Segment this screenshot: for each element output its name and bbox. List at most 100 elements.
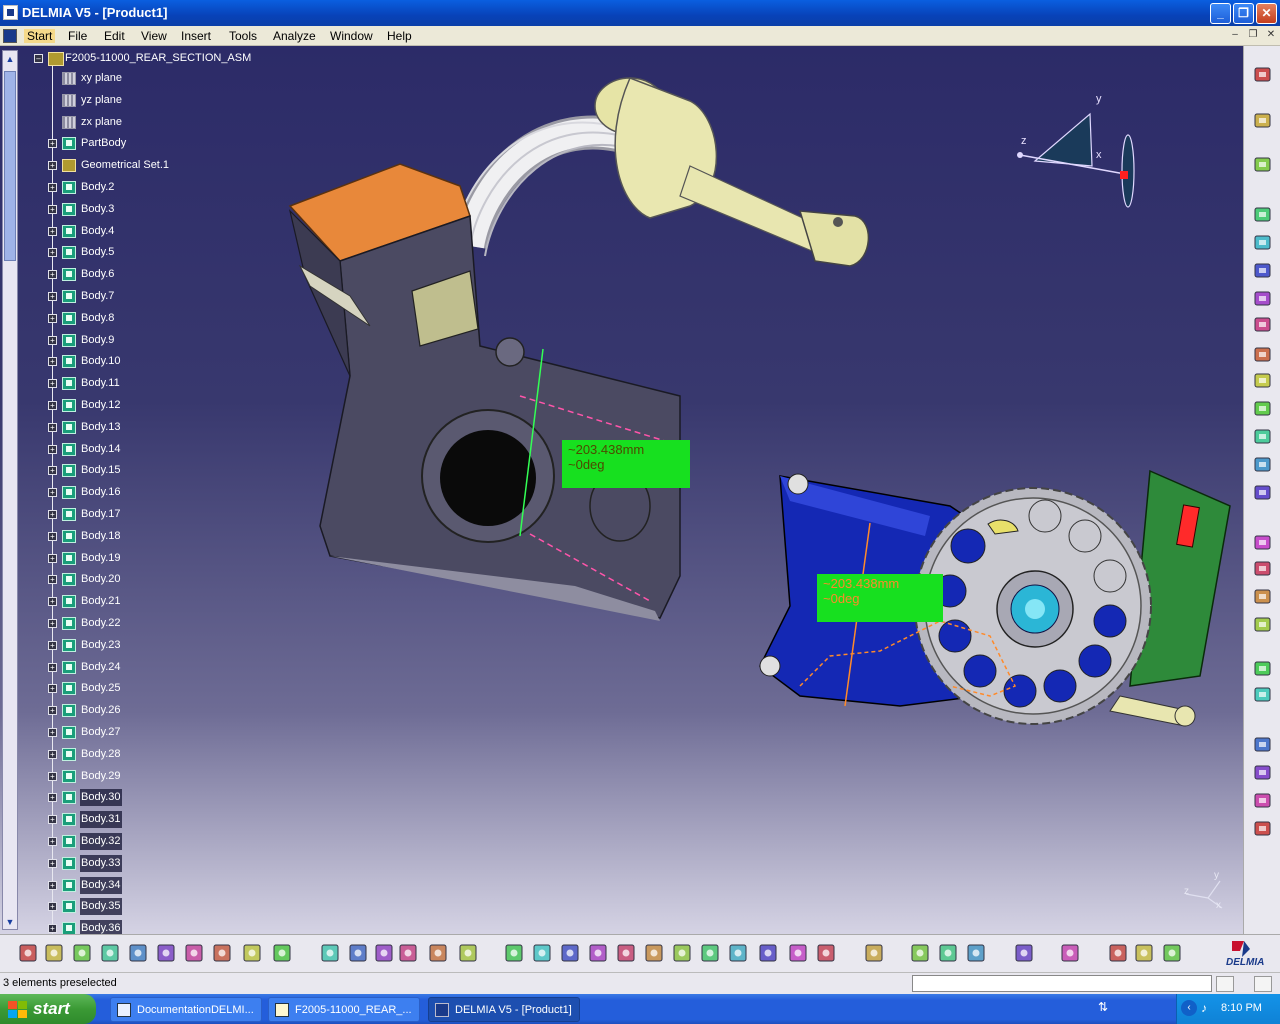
render-style-icon[interactable] xyxy=(758,943,778,963)
expand-icon[interactable]: + xyxy=(48,401,57,410)
component-icon[interactable] xyxy=(1253,560,1273,578)
hand-icon[interactable] xyxy=(374,943,394,963)
print-icon[interactable] xyxy=(100,943,120,963)
expand-icon[interactable]: + xyxy=(48,663,57,672)
multi-view-icon[interactable] xyxy=(700,943,720,963)
expand-icon[interactable]: + xyxy=(48,706,57,715)
document-icon[interactable] xyxy=(3,29,17,43)
copy-icon[interactable] xyxy=(156,943,176,963)
assembly-icon[interactable] xyxy=(1253,234,1273,252)
zoom-in-icon[interactable] xyxy=(616,943,636,963)
menu-analyze[interactable]: Analyze xyxy=(273,29,316,43)
expand-icon[interactable]: + xyxy=(48,750,57,759)
expand-icon[interactable]: + xyxy=(48,423,57,432)
explode-icon[interactable] xyxy=(1253,346,1273,364)
expand-icon[interactable]: + xyxy=(48,161,57,170)
gear-icon[interactable] xyxy=(1253,66,1273,84)
doc-minimize-button[interactable]: – xyxy=(1228,29,1242,42)
collapse-icon[interactable]: – xyxy=(34,54,43,63)
menu-edit[interactable]: Edit xyxy=(104,29,125,43)
minimize-button[interactable]: _ xyxy=(1210,3,1231,24)
graph-icon[interactable] xyxy=(458,943,478,963)
expand-icon[interactable]: + xyxy=(48,597,57,606)
expand-icon[interactable]: + xyxy=(48,793,57,802)
iso-view-icon[interactable] xyxy=(728,943,748,963)
scroll-thumb[interactable] xyxy=(4,71,16,261)
doc-close-button[interactable]: ✕ xyxy=(1264,29,1278,42)
move-icon[interactable] xyxy=(1253,290,1273,308)
section-icon[interactable] xyxy=(1253,400,1273,418)
expand-icon[interactable]: + xyxy=(48,641,57,650)
menu-window[interactable]: Window xyxy=(330,29,373,43)
catalog-icon[interactable] xyxy=(1253,484,1273,502)
menu-start[interactable]: Start xyxy=(24,29,56,43)
tree-scrollbar[interactable]: ▲ ▼ xyxy=(2,50,18,930)
menu-help[interactable]: Help xyxy=(387,29,412,43)
expand-icon[interactable]: + xyxy=(48,728,57,737)
menu-file[interactable]: File xyxy=(68,29,87,43)
constraint-icon[interactable] xyxy=(1253,262,1273,280)
annotation-icon[interactable] xyxy=(1253,456,1273,474)
expand-icon[interactable]: + xyxy=(48,357,57,366)
expand-icon[interactable]: + xyxy=(48,336,57,345)
expand-icon[interactable]: + xyxy=(48,815,57,824)
taskbar-item-f2005[interactable]: F2005-11000_REAR_... xyxy=(268,997,420,1022)
close-button[interactable]: ✕ xyxy=(1256,3,1277,24)
volume-icon[interactable]: ♪ xyxy=(1201,1001,1207,1015)
scene-icon[interactable] xyxy=(1253,588,1273,606)
3d-viewport[interactable]: y z x y z x ~203.438mm ~0deg ~203.438mm … xyxy=(0,46,1243,934)
open-icon[interactable] xyxy=(44,943,64,963)
appearance-icon[interactable] xyxy=(1134,943,1154,963)
menu-tools[interactable]: Tools xyxy=(229,29,257,43)
spec-tree-icon[interactable] xyxy=(864,943,884,963)
pan-icon[interactable] xyxy=(560,943,580,963)
expand-icon[interactable]: + xyxy=(48,248,57,257)
expand-icon[interactable]: + xyxy=(48,619,57,628)
whats-this-icon[interactable] xyxy=(272,943,292,963)
expand-icon[interactable]: + xyxy=(48,292,57,301)
measure-item-icon[interactable] xyxy=(938,943,958,963)
expand-icon[interactable]: + xyxy=(48,314,57,323)
snap-icon[interactable] xyxy=(1253,156,1273,174)
filter-icon[interactable] xyxy=(1253,660,1273,678)
expand-icon[interactable]: + xyxy=(48,379,57,388)
paste-icon[interactable] xyxy=(184,943,204,963)
settings-icon[interactable] xyxy=(1253,206,1273,224)
network-icon[interactable]: ⇅ xyxy=(1098,1000,1108,1014)
expand-icon[interactable]: + xyxy=(48,488,57,497)
clash-icon[interactable] xyxy=(1253,372,1273,390)
scroll-up-arrow-icon[interactable]: ▲ xyxy=(5,54,15,64)
eraser-icon[interactable] xyxy=(1060,943,1080,963)
expand-icon[interactable]: + xyxy=(48,466,57,475)
start-button[interactable]: start xyxy=(0,994,96,1024)
save-icon[interactable] xyxy=(72,943,92,963)
normal-view-icon[interactable] xyxy=(672,943,692,963)
measure-icon[interactable] xyxy=(1253,616,1273,634)
expand-icon[interactable]: + xyxy=(48,205,57,214)
table-icon[interactable] xyxy=(398,943,418,963)
knowledge-icon[interactable] xyxy=(348,943,368,963)
zoom-out-icon[interactable] xyxy=(644,943,664,963)
expand-icon[interactable]: + xyxy=(48,859,57,868)
expand-icon[interactable]: + xyxy=(48,575,57,584)
mass-icon[interactable] xyxy=(966,943,986,963)
expand-icon[interactable]: + xyxy=(48,554,57,563)
expand-icon[interactable]: + xyxy=(48,881,57,890)
fit-all-icon[interactable] xyxy=(532,943,552,963)
expand-icon[interactable]: + xyxy=(48,772,57,781)
shading-icon[interactable] xyxy=(1162,943,1182,963)
status-button-1[interactable] xyxy=(1216,976,1234,992)
rotate-icon[interactable] xyxy=(588,943,608,963)
measure-annotation-2[interactable]: ~203.438mm ~0deg xyxy=(817,574,943,622)
expand-icon[interactable]: + xyxy=(48,684,57,693)
command-input[interactable] xyxy=(912,975,1212,992)
mechanism-icon[interactable] xyxy=(1253,792,1273,810)
expand-icon[interactable]: + xyxy=(48,445,57,454)
bom-icon[interactable] xyxy=(1253,686,1273,704)
product-icon[interactable] xyxy=(1253,534,1273,552)
expand-icon[interactable]: + xyxy=(48,924,57,933)
expand-icon[interactable]: + xyxy=(48,139,57,148)
expand-icon[interactable]: + xyxy=(48,183,57,192)
material-icon[interactable] xyxy=(1108,943,1128,963)
taskbar-item-delmia[interactable]: DELMIA V5 - [Product1] xyxy=(428,997,580,1022)
